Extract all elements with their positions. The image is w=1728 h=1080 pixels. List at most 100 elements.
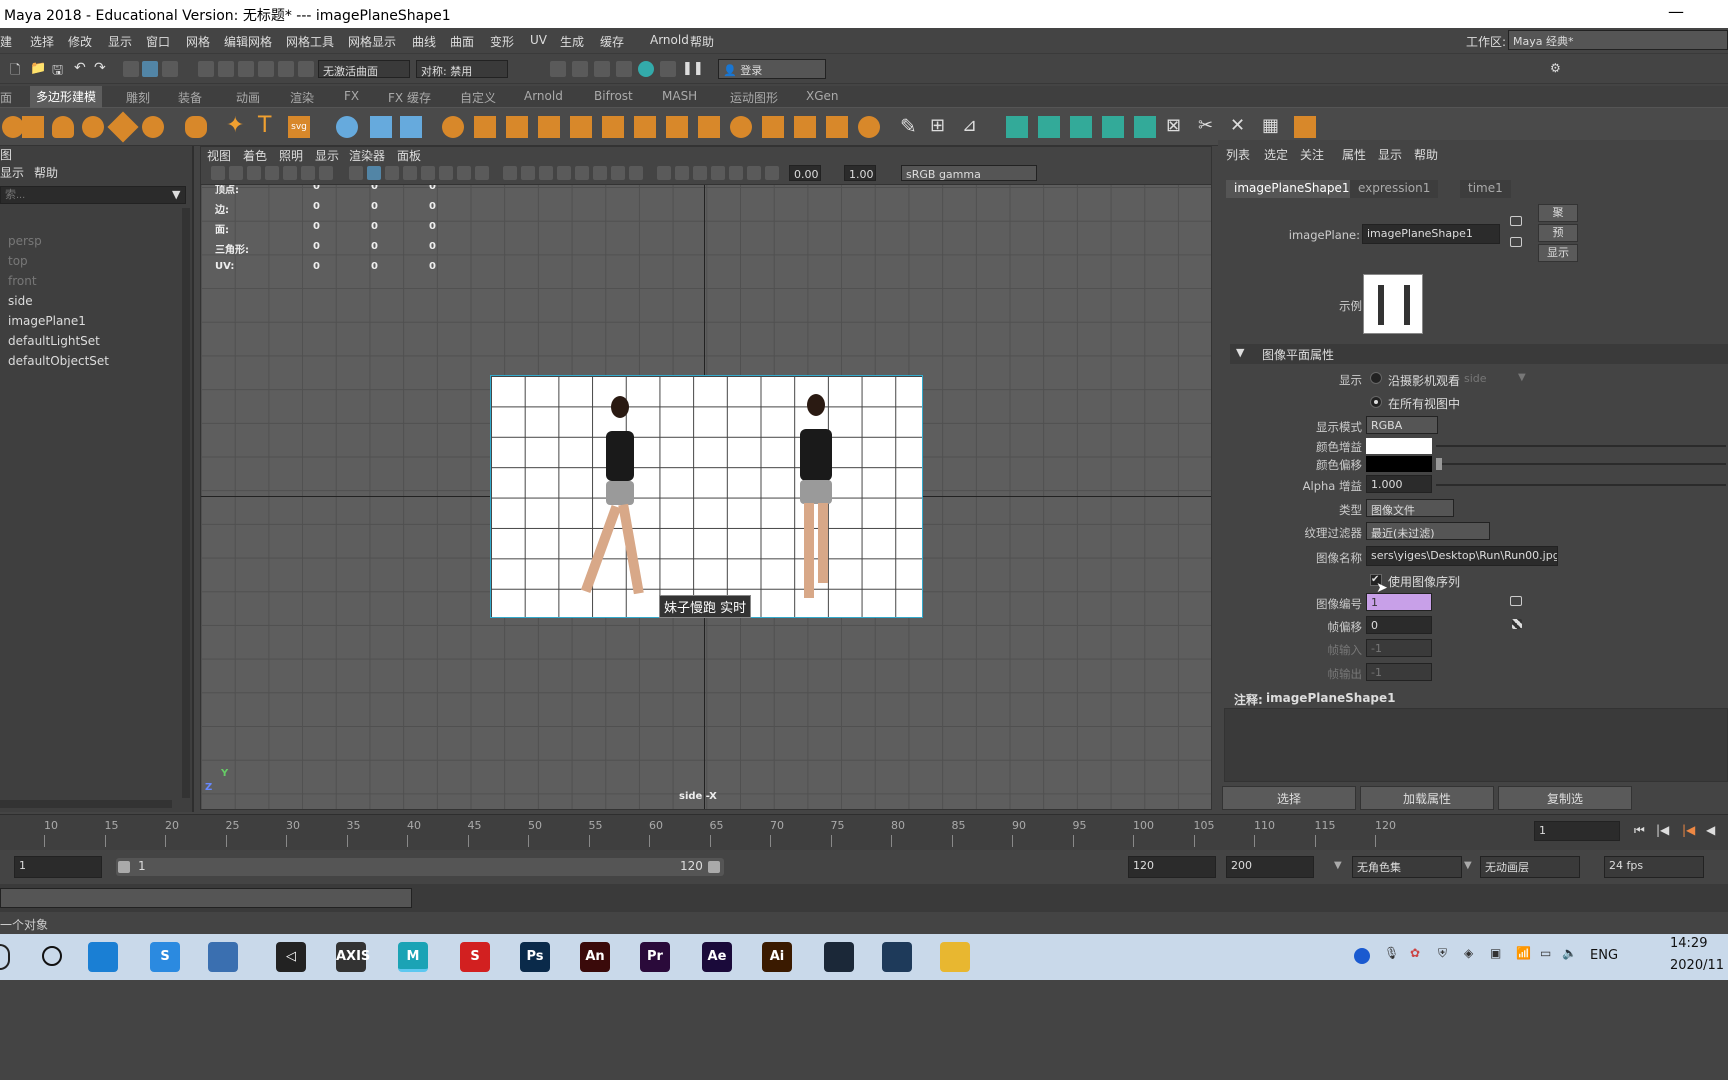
menu-item[interactable]: 建 xyxy=(0,33,12,50)
unfold-uv-icon[interactable]: ▦ xyxy=(1262,116,1284,138)
outliner-menu-help[interactable]: 帮助 xyxy=(34,164,58,181)
viewport-tool-icon[interactable] xyxy=(521,166,535,180)
separate-icon[interactable] xyxy=(474,116,496,138)
reduce-icon[interactable] xyxy=(570,116,592,138)
poly-torus-icon[interactable] xyxy=(142,116,164,138)
explorer-laptop-icon[interactable] xyxy=(208,942,238,972)
viewport-tool-icon[interactable] xyxy=(675,166,689,180)
origin-icon[interactable] xyxy=(400,116,422,138)
sew-uv-icon[interactable]: ✕ xyxy=(1230,116,1252,138)
spherical-uv-icon[interactable] xyxy=(1134,116,1156,138)
menu-item[interactable]: Arnold xyxy=(650,33,689,47)
frame-offset-field[interactable]: 0 xyxy=(1366,616,1432,634)
tray-clock-app-icon[interactable] xyxy=(1354,948,1370,964)
viewport-tool-icon[interactable] xyxy=(693,166,707,180)
select-by-component-icon[interactable] xyxy=(142,61,158,77)
viewport-tool-icon[interactable] xyxy=(367,166,381,180)
volume-icon[interactable]: 🔈 xyxy=(1562,946,1577,960)
range-slider-bar[interactable]: 1 120 xyxy=(116,858,724,876)
range-start-handle[interactable] xyxy=(118,861,130,873)
snap-view-icon[interactable] xyxy=(258,61,274,77)
viewport-tool-icon[interactable] xyxy=(211,166,225,180)
shelf-tab[interactable]: 面 xyxy=(0,89,12,106)
animation-start-field[interactable]: 1 xyxy=(14,856,102,878)
menu-item[interactable]: 网格显示 xyxy=(348,33,396,50)
shelf-tab[interactable]: 装备 xyxy=(178,89,202,106)
tray-dropbox-icon[interactable]: ◈ xyxy=(1464,946,1473,960)
color-offset-swatch[interactable] xyxy=(1366,456,1432,472)
axis-icon[interactable]: AXIS xyxy=(336,942,370,972)
viewport-tool-icon[interactable] xyxy=(711,166,725,180)
menu-item[interactable]: 窗口 xyxy=(146,33,170,50)
outliner-item[interactable]: defaultObjectSet xyxy=(8,354,109,368)
viewport-tool-icon[interactable] xyxy=(421,166,435,180)
shelf-tab[interactable]: MASH xyxy=(662,89,697,103)
go-to-start-icon[interactable]: ⏮ xyxy=(1634,823,1645,838)
select-by-object-icon[interactable] xyxy=(162,61,178,77)
animate-icon[interactable]: An xyxy=(580,942,610,972)
focus-button[interactable]: 聚 xyxy=(1538,204,1578,222)
menu-item[interactable]: 编辑网格 xyxy=(224,33,272,50)
bridge-edge-icon[interactable] xyxy=(826,116,848,138)
fill-hole-icon[interactable] xyxy=(666,116,688,138)
viewport-tool-icon[interactable] xyxy=(765,166,779,180)
extract-icon[interactable] xyxy=(506,116,528,138)
outliner-item[interactable]: side xyxy=(8,294,33,308)
ae-menu-item[interactable]: 属性 xyxy=(1342,146,1366,163)
viewport-menu-item[interactable]: 照明 xyxy=(279,147,303,164)
notes-textarea[interactable] xyxy=(1224,708,1728,782)
auto-uv-icon[interactable] xyxy=(1070,116,1092,138)
shelf-tab[interactable]: Arnold xyxy=(524,89,563,103)
outliner-search-input[interactable] xyxy=(0,186,186,204)
viewport-tool-icon[interactable] xyxy=(503,166,517,180)
ae-menu-item[interactable]: 显示 xyxy=(1378,146,1402,163)
shelf-tab[interactable]: 动画 xyxy=(236,89,260,106)
render-current-icon[interactable] xyxy=(572,61,588,77)
poly-disc-icon[interactable] xyxy=(185,116,207,138)
snap-grid-icon[interactable] xyxy=(198,61,214,77)
viewport-tool-icon[interactable] xyxy=(349,166,363,180)
viewport-tool-icon[interactable] xyxy=(265,166,279,180)
viewport-tool-icon[interactable] xyxy=(403,166,417,180)
shelf-tab[interactable]: 运动图形 xyxy=(730,89,778,106)
shelf-tab[interactable]: 雕刻 xyxy=(126,89,150,106)
ae-menu-item[interactable]: 列表 xyxy=(1226,146,1250,163)
minimize-button[interactable]: — xyxy=(1668,2,1684,21)
cortana-icon[interactable] xyxy=(42,946,62,966)
battery-icon[interactable]: ▭ xyxy=(1540,946,1551,960)
append-icon[interactable] xyxy=(858,116,880,138)
viewport-tool-icon[interactable] xyxy=(575,166,589,180)
snap-surface-icon[interactable] xyxy=(278,61,294,77)
clock-date[interactable]: 2020/11 xyxy=(1670,958,1724,973)
shelf-tab[interactable]: FX 缓存 xyxy=(388,89,431,106)
start-button-icon[interactable] xyxy=(0,944,10,970)
viewport-tool-icon[interactable] xyxy=(229,166,243,180)
viewport-tool-icon[interactable] xyxy=(611,166,625,180)
ae-tab[interactable]: time1 xyxy=(1460,180,1511,198)
viewport-tool-icon[interactable] xyxy=(729,166,743,180)
section-collapse-icon[interactable]: ▼ xyxy=(1236,346,1244,359)
snap-live-icon[interactable] xyxy=(298,61,314,77)
shelf-tab[interactable]: 多边形建模 xyxy=(30,86,103,108)
outliner-item[interactable]: top xyxy=(8,254,28,268)
sculpt-icon[interactable] xyxy=(730,116,752,138)
load-attributes-button[interactable]: 加载属性 xyxy=(1360,786,1494,810)
cylindrical-uv-icon[interactable] xyxy=(1102,116,1124,138)
viewport-tool-icon[interactable] xyxy=(747,166,761,180)
menu-item[interactable]: 变形 xyxy=(490,33,514,50)
image-plane[interactable]: 妹子慢跑 实时 xyxy=(490,375,923,618)
viewport-tool-icon[interactable] xyxy=(539,166,553,180)
viewport-tool-icon[interactable] xyxy=(629,166,643,180)
viewport-menu-item[interactable]: 视图 xyxy=(207,147,231,164)
viewport-tool-icon[interactable] xyxy=(557,166,571,180)
viewport-grid[interactable]: 顶点: 0 0 0 边: 0 0 0 面: 0 0 0 三角形: 0 0 0 UV: 0 0 0 妹子慢跑 实时 si… xyxy=(201,185,1211,809)
nvidia-icon[interactable]: ▣ xyxy=(1490,946,1501,960)
animation-layer-select[interactable]: 无动画层 xyxy=(1480,856,1580,878)
viewport-menu-item[interactable]: 着色 xyxy=(243,147,267,164)
current-frame-field[interactable]: 1 xyxy=(1534,821,1620,841)
shelf-tab[interactable]: 自定义 xyxy=(460,89,496,106)
poly-cylinder-icon[interactable] xyxy=(52,116,74,138)
presets-button[interactable]: 预 xyxy=(1538,224,1578,242)
ae-menu-item[interactable]: 帮助 xyxy=(1414,146,1438,163)
insert-edge-loop-icon[interactable]: ⊞ xyxy=(930,116,952,138)
